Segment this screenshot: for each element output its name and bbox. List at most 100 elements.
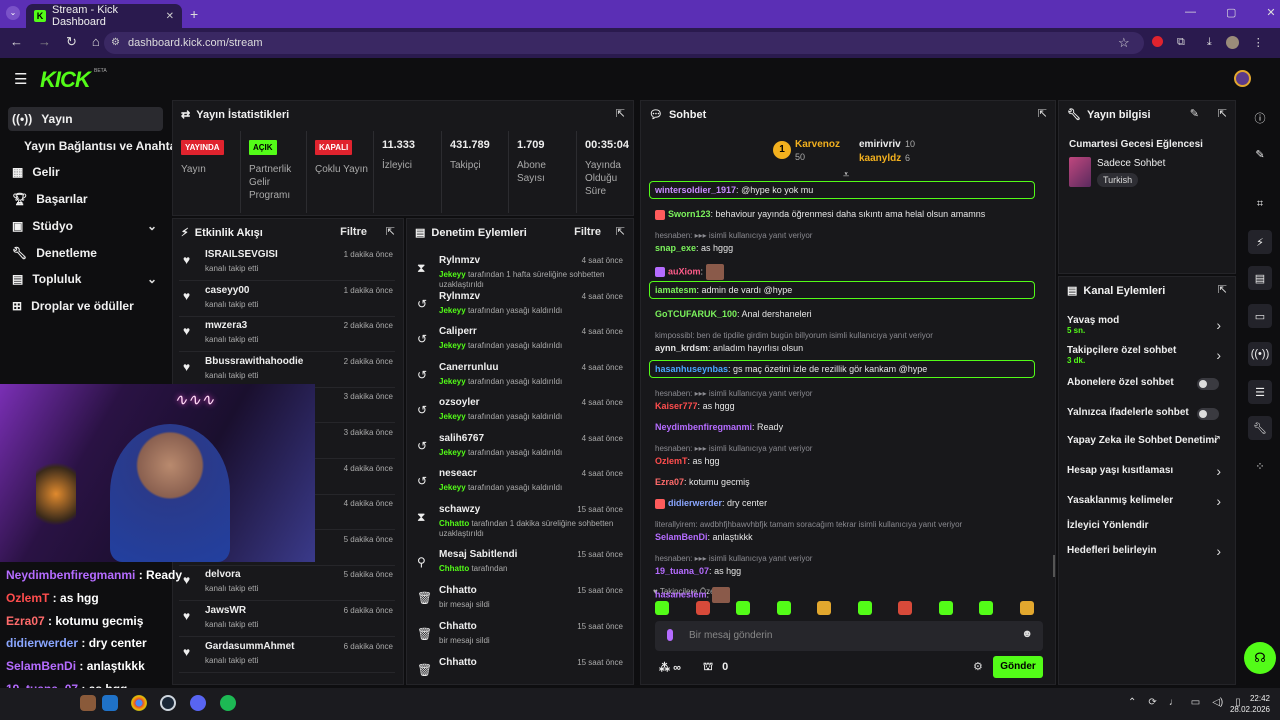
- tray-chevron-icon[interactable]: ⌃: [1128, 697, 1136, 708]
- chat-username[interactable]: Neydimbenfiregmanmi: [655, 422, 752, 432]
- channel-action-item[interactable]: Yavaş mod 5 sn.: [1067, 315, 1119, 335]
- emote-icon[interactable]: [817, 601, 831, 615]
- emote-icon[interactable]: [736, 601, 750, 615]
- lightning-icon[interactable]: ⚡︎: [1248, 230, 1272, 254]
- sidebar-item-yayin[interactable]: ((•)) Yayın: [8, 107, 163, 131]
- moderation-target[interactable]: Chhatto: [439, 657, 477, 668]
- moderation-target[interactable]: Canerrunluu: [439, 362, 498, 373]
- activity-username[interactable]: caseyy00: [205, 285, 250, 296]
- list-icon[interactable]: ▤: [1248, 266, 1272, 290]
- chat-message[interactable]: GoTCUFARUK_100: Anal dershaneleri: [655, 309, 812, 319]
- info-icon[interactable]: ⓘ: [1248, 106, 1272, 130]
- kick-logo[interactable]: KICK: [40, 67, 91, 93]
- spotify-icon[interactable]: [220, 695, 236, 711]
- close-tab-icon[interactable]: ✕: [166, 11, 174, 22]
- chat-message[interactable]: wintersoldier_1917: @hype ko yok mu: [655, 185, 813, 195]
- toggle-switch[interactable]: [1197, 408, 1219, 420]
- volume-icon[interactable]: ◁): [1212, 697, 1223, 708]
- moderator-name[interactable]: Chhatto: [439, 564, 469, 573]
- chevron-right-icon[interactable]: ›: [1216, 347, 1221, 363]
- emote-icon[interactable]: [655, 601, 669, 615]
- leader-name[interactable]: emirivriv: [859, 139, 901, 150]
- chat-icon[interactable]: ▭: [1248, 304, 1272, 328]
- activity-row[interactable]: ♥ caseyy00 kanalı takip etti 1 dakika önce: [179, 281, 395, 317]
- emote-icon[interactable]: [1019, 601, 1034, 615]
- external-link-icon[interactable]: ↗: [1213, 434, 1221, 445]
- chat-username[interactable]: snap_exe: [655, 243, 696, 253]
- chat-username[interactable]: didierwerder: [668, 498, 722, 508]
- leader-name[interactable]: kaanyldz: [859, 153, 901, 164]
- chat-message[interactable]: OzlemT: as hgg: [655, 456, 720, 466]
- activity-username[interactable]: Bbussrawithahoodie: [205, 356, 303, 367]
- moderation-target[interactable]: neseacr: [439, 468, 477, 479]
- moderation-row[interactable]: ↺ salih6767 Jekeyy tarafından yasağı kaldı…: [413, 431, 625, 465]
- wrench-icon[interactable]: 🔧︎: [1248, 416, 1272, 440]
- chrome-icon[interactable]: [131, 695, 147, 711]
- send-button[interactable]: Gönder: [993, 656, 1043, 678]
- maximize-icon[interactable]: ▢: [1226, 6, 1236, 19]
- channel-action-item[interactable]: Yapay Zeka ile Sohbet Denetimi: [1067, 435, 1217, 446]
- activity-row[interactable]: ♥ Bbussrawithahoodie kanalı takip etti 2 da…: [179, 352, 395, 388]
- gift-display[interactable]: ⛫ 0: [703, 661, 728, 675]
- chat-username[interactable]: Ezra07: [655, 477, 684, 487]
- emote-icon[interactable]: [898, 601, 912, 615]
- chat-message[interactable]: hasaneslem:: [655, 587, 730, 603]
- address-bar[interactable]: dashboard.kick.com/stream: [104, 32, 1144, 54]
- close-window-icon[interactable]: ✕: [1266, 6, 1275, 19]
- support-chat-button[interactable]: ☊: [1244, 642, 1276, 674]
- leader-name[interactable]: Karvenoz: [795, 139, 840, 150]
- chat-message[interactable]: Sworn123: behaviour yayında öğrenmesi da…: [655, 209, 985, 220]
- chat-input[interactable]: Bir mesaj gönderin ☻: [655, 621, 1043, 651]
- chat-message[interactable]: SelamBenDi: anlaştıkkk: [655, 532, 753, 542]
- browser-menu-icon[interactable]: ⋮: [1253, 36, 1264, 49]
- channel-action-item[interactable]: İzleyici Yönlendir: [1067, 520, 1149, 531]
- emote-icon[interactable]: [776, 601, 791, 615]
- chat-username[interactable]: hasaneslem: [655, 589, 707, 599]
- activity-username[interactable]: delvora: [205, 569, 241, 580]
- activity-username[interactable]: JawsWR: [205, 605, 246, 616]
- moderation-row[interactable]: 🗑︎ Chhatto bir mesajı sildi 15 saat önce: [413, 619, 625, 653]
- sidebar-item-gelir[interactable]: ▦ Gelir: [8, 160, 163, 184]
- outlook-icon[interactable]: [102, 695, 118, 711]
- browser-tab[interactable]: K Stream - Kick Dashboard ✕: [26, 4, 182, 28]
- hamburger-menu-icon[interactable]: ☰: [14, 70, 27, 88]
- sync-icon[interactable]: ⟳: [1148, 697, 1156, 708]
- moderation-row[interactable]: 🗑︎ Chhatto bir mesajı sildi 15 saat önce: [413, 583, 625, 617]
- activity-row[interactable]: ♥ delvora kanalı takip etti 5 dakika önce: [179, 565, 395, 602]
- chat-message[interactable]: auXiom:: [655, 264, 724, 280]
- moderation-row[interactable]: ↺ neseacr Jekeyy tarafından yasağı kaldırı…: [413, 466, 625, 500]
- chevron-right-icon[interactable]: ›: [1216, 493, 1221, 509]
- activity-username[interactable]: ISRAILSEVGISI: [205, 249, 278, 260]
- activity-username[interactable]: GardasummAhmet: [205, 641, 294, 652]
- popout-icon[interactable]: ⇱: [1218, 107, 1227, 120]
- chevron-right-icon[interactable]: ›: [1216, 463, 1221, 479]
- points-display[interactable]: ⁂ ∞: [659, 661, 681, 674]
- moderation-target[interactable]: Rylnmzv: [439, 255, 480, 266]
- channel-action-item[interactable]: Takipçilere özel sohbet 3 dk.: [1067, 345, 1176, 365]
- channel-action-item[interactable]: Abonelere özel sohbet: [1067, 377, 1174, 388]
- moderation-filter-button[interactable]: Filtre: [574, 226, 601, 238]
- minimize-icon[interactable]: —: [1185, 6, 1196, 19]
- moderator-name[interactable]: Jekeyy: [439, 483, 466, 492]
- moderation-row[interactable]: ↺ ozsoyler Jekeyy tarafından yasağı kaldır…: [413, 395, 625, 429]
- moderator-name[interactable]: Jekeyy: [439, 448, 466, 457]
- chat-username[interactable]: Sworn123: [668, 209, 711, 219]
- chat-message[interactable]: snap_exe: as hggg: [655, 243, 733, 253]
- moderation-row[interactable]: ⚲ Mesaj Sabitlendi Chhatto tarafından 15 sa…: [413, 547, 625, 581]
- add-widget-icon[interactable]: ⁘: [1248, 454, 1272, 478]
- moderation-row[interactable]: ⧗ schawzy Chhatto tarafından 1 dakika süre…: [413, 502, 625, 546]
- channel-action-item[interactable]: Yalnızca ifadelerle sohbet: [1067, 407, 1189, 418]
- chat-message[interactable]: Neydimbenfiregmanmi: Ready: [655, 422, 783, 432]
- chat-scrollbar[interactable]: [1053, 555, 1055, 577]
- moderator-name[interactable]: Jekeyy: [439, 377, 466, 386]
- moderation-target[interactable]: Mesaj Sabitlendi: [439, 549, 517, 560]
- emote-icon[interactable]: [857, 601, 872, 615]
- extensions-puzzle-icon[interactable]: ⧉: [1177, 36, 1185, 49]
- chat-message[interactable]: iamatesm: admin de vardı @hype: [655, 285, 792, 295]
- chat-username[interactable]: SelamBenDi: [655, 532, 708, 542]
- chat-message[interactable]: didierwerder: dry center: [655, 498, 767, 509]
- taskbar-thumbnail[interactable]: [80, 695, 96, 711]
- moderator-name[interactable]: Chhatto: [439, 519, 469, 528]
- moderation-row[interactable]: ↺ Caliperr Jekeyy tarafından yasağı kaldır…: [413, 324, 625, 358]
- chat-message[interactable]: aynn_krdsm: anladım hayırlısı olsun: [655, 343, 803, 353]
